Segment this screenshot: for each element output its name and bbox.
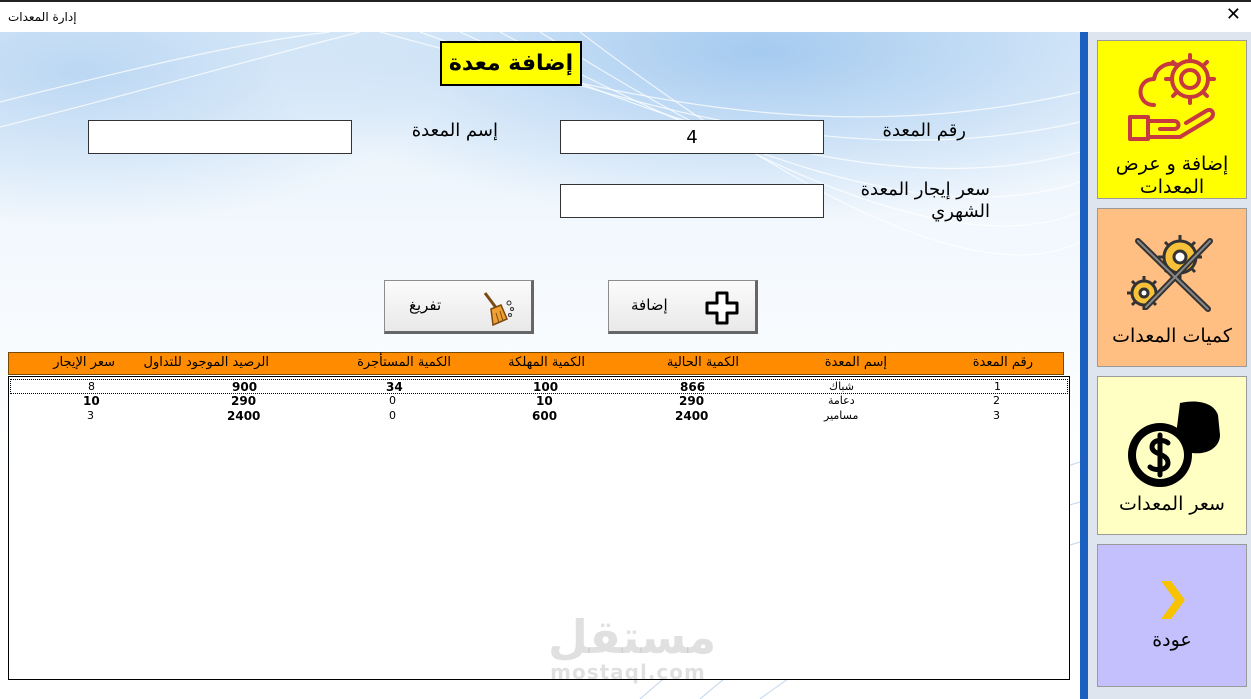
sidebar-item-add-view[interactable]: إضافة و عرض المعدات [1097, 40, 1247, 199]
table-cell: 10 [536, 394, 553, 408]
column-header: رقم المعدة [972, 355, 1033, 370]
table-cell: 8 [88, 380, 95, 393]
table-cell: 600 [532, 409, 558, 423]
chevron-right-icon [1161, 581, 1185, 619]
table-cell: 2 [993, 394, 1000, 407]
money-hand-icon [1128, 401, 1220, 487]
table-cell: شباك [829, 380, 854, 393]
table-row[interactable]: 3 مسامير 2400 600 0 2400 3 [10, 409, 1068, 424]
sidebar-item-label: سعر المعدات [1119, 493, 1225, 515]
table-row[interactable]: 1 شباك 866 100 34 900 8 [10, 379, 1068, 394]
sidebar-item-quantities[interactable]: كميات المعدات [1097, 208, 1247, 367]
table-cell: 2400 [227, 409, 261, 423]
table-header: رقم المعدة إسم المعدة الكمية الحالية الك… [8, 352, 1064, 375]
equipment-number-label: رقم المعدة [882, 120, 966, 141]
monthly-rent-label: سعر إيجار المعدة الشهري [860, 179, 990, 222]
title-bar: إدارة المعدات ✕ [0, 2, 1251, 32]
table-cell: 10 [83, 394, 100, 408]
table-cell: 34 [386, 380, 403, 394]
plus-icon [705, 291, 739, 325]
sidebar: إضافة و عرض المعدات كميات المعدات سعر ال… [1088, 32, 1251, 699]
watermark: مستقل mostaql.com [548, 610, 717, 684]
add-button-label: إضافة [631, 296, 668, 314]
table-cell: 290 [679, 394, 705, 408]
column-header: الكمية الحالية [666, 355, 739, 370]
table-cell: 3 [87, 409, 94, 422]
equipment-number-field[interactable] [560, 120, 824, 154]
window-title: إدارة المعدات [8, 10, 77, 24]
sidebar-item-label: كميات المعدات [1112, 325, 1232, 347]
table-cell: مسامير [824, 409, 859, 422]
table-cell: 1 [994, 380, 1001, 393]
table-cell: 100 [533, 380, 559, 394]
table-cell: 3 [993, 409, 1000, 422]
column-header: الكمية المستأجرة [357, 355, 451, 370]
gear-hand-icon [1128, 53, 1216, 141]
table-row[interactable]: 2 دعامة 290 10 0 290 10 [10, 394, 1068, 409]
table-cell: دعامة [828, 394, 855, 407]
sidebar-item-back[interactable]: عودة [1097, 544, 1247, 687]
sidebar-item-label: عودة [1152, 629, 1192, 651]
sidebar-item-label: إضافة و عرض المعدات [1115, 153, 1229, 198]
clear-button[interactable]: تفريغ [384, 280, 534, 334]
column-header: سعر الإيجار [53, 355, 115, 370]
table-cell: 0 [389, 409, 396, 422]
column-header: الرصيد الموجود للتداول [143, 355, 270, 370]
close-icon[interactable]: ✕ [1226, 6, 1241, 24]
tools-gears-icon [1127, 235, 1213, 312]
main-panel: إضافة معدة رقم المعدة إسم المعدة سعر إيج… [0, 32, 1080, 699]
divider-bar [1080, 32, 1088, 699]
table-cell: 0 [389, 394, 396, 407]
equipment-table[interactable]: 1 شباك 866 100 34 900 8 2 دعامة 290 10 0… [8, 376, 1070, 680]
table-cell: 900 [232, 380, 258, 394]
watermark-latin: mostaql.com [550, 660, 706, 684]
page-title: إضافة معدة [440, 41, 582, 86]
watermark-arabic: مستقل [548, 610, 717, 664]
equipment-name-field[interactable] [88, 120, 352, 154]
add-button[interactable]: إضافة [608, 280, 758, 334]
table-cell: 290 [231, 394, 257, 408]
table-cell: 866 [680, 380, 706, 394]
broom-icon [483, 292, 514, 327]
column-header: الكمية المهلكة [508, 355, 585, 370]
clear-button-label: تفريغ [409, 296, 442, 314]
equipment-name-label: إسم المعدة [411, 120, 498, 141]
monthly-rent-field[interactable] [560, 184, 824, 218]
column-header: إسم المعدة [824, 355, 887, 370]
sidebar-item-prices[interactable]: سعر المعدات [1097, 376, 1247, 535]
table-cell: 2400 [675, 409, 709, 423]
